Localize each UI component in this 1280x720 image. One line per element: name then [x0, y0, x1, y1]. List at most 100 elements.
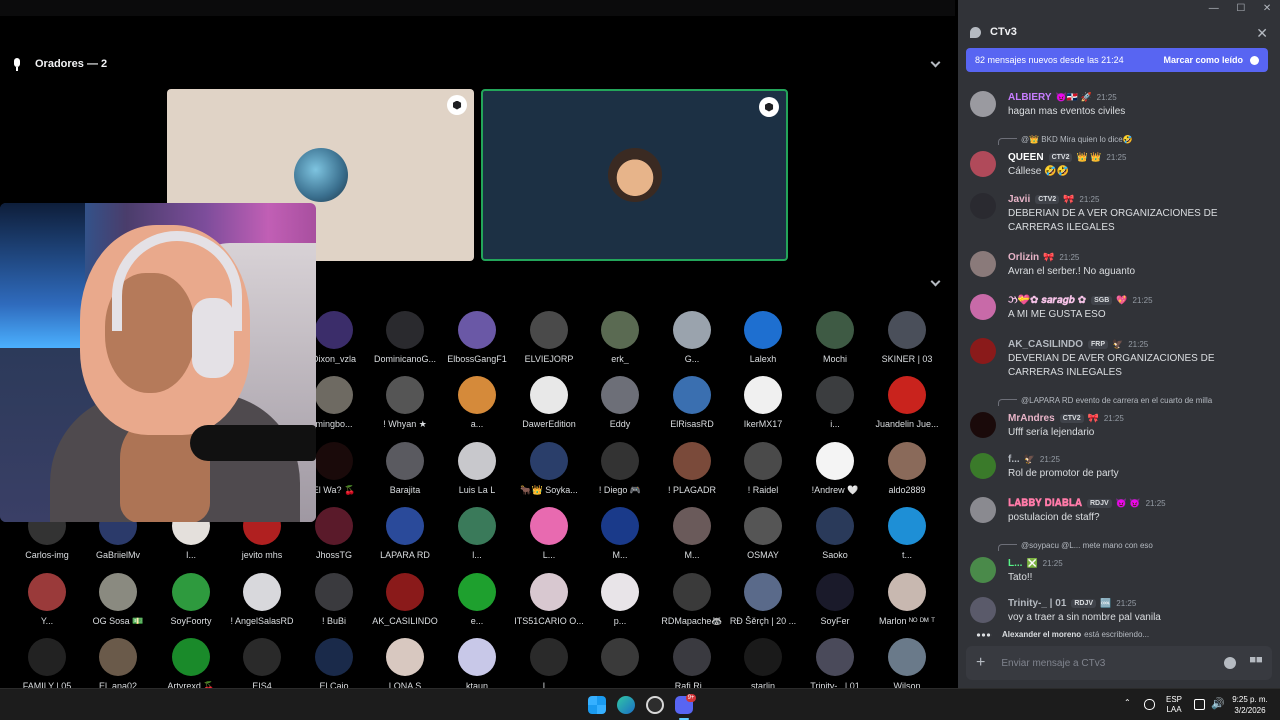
audience-member[interactable]: Trinity-_ | 01: [799, 638, 871, 688]
mark-as-read-button[interactable]: Marcar como leído: [1163, 55, 1243, 65]
message-avatar[interactable]: [970, 597, 996, 623]
audience-member[interactable]: Eddy: [584, 376, 656, 429]
audience-member[interactable]: ELVIEJORP: [513, 311, 585, 364]
emoji-icon[interactable]: [1224, 657, 1236, 669]
message-avatar[interactable]: [970, 193, 996, 219]
message-composer[interactable]: + Enviar mensaje a CTv3: [966, 646, 1272, 680]
windows-start-icon[interactable]: [588, 696, 606, 714]
audience-member[interactable]: 🐂👑 Soyka...: [513, 442, 585, 496]
minimize-icon[interactable]: —: [1209, 3, 1219, 14]
audience-member[interactable]: Mochi: [799, 311, 871, 364]
audience-member[interactable]: EIS4: [226, 638, 298, 688]
audience-member[interactable]: !Andrew 🤍: [799, 442, 871, 496]
message-avatar[interactable]: [970, 497, 996, 523]
speaker-tile-2-speaking[interactable]: [481, 89, 788, 261]
speakers-header[interactable]: Oradores — 2: [0, 52, 955, 76]
message-avatar[interactable]: [970, 91, 996, 117]
audience-member[interactable]: i...: [799, 376, 871, 429]
audience-member[interactable]: Rafi Ri...: [656, 638, 728, 688]
reply-reference[interactable]: @soypacu @L... mete mano con eso: [998, 540, 1153, 551]
collapse-audience-chevron-icon[interactable]: [930, 276, 941, 287]
audience-member[interactable]: starlin: [727, 638, 799, 688]
audience-member[interactable]: p...: [584, 573, 656, 626]
audience-member[interactable]: L...: [513, 638, 585, 688]
audience-member[interactable]: aldo2889: [871, 442, 943, 495]
audience-member[interactable]: DominicanoG...: [369, 311, 441, 364]
audience-member[interactable]: G...: [656, 311, 728, 364]
audience-member[interactable]: Lalexh: [727, 311, 799, 364]
audience-member[interactable]: Luis La L: [441, 442, 513, 495]
message-username[interactable]: MrAndres: [1008, 413, 1055, 424]
audience-member[interactable]: RĐ Šěrçh | 20 ...: [727, 573, 799, 626]
audience-member[interactable]: ! PLAGADR: [656, 442, 728, 495]
audience-member[interactable]: ktaun: [441, 638, 513, 688]
audience-member[interactable]: DawerEdition: [513, 376, 585, 429]
audience-member[interactable]: ! AngelSalasRD: [226, 573, 298, 626]
close-window-icon[interactable]: ✕: [1263, 3, 1271, 14]
audience-member[interactable]: FAMILY | 05: [11, 638, 83, 688]
microphone-tray-icon[interactable]: [1144, 699, 1155, 710]
audience-member[interactable]: SoyFoorty: [155, 573, 227, 626]
audience-member[interactable]: Saoko: [799, 507, 871, 560]
audience-member[interactable]: LAPARA RD: [369, 507, 441, 560]
volume-icon[interactable]: 🔊: [1211, 697, 1225, 710]
audience-member[interactable]: ! Raidel: [727, 442, 799, 495]
audience-member[interactable]: ! Diego 🎮: [584, 442, 656, 496]
audience-member[interactable]: Marlon ᴺᴼ ᴰᴹ ᵀ: [871, 573, 943, 626]
reply-reference[interactable]: @👑 BKD Mira quien lo dice🤣: [998, 134, 1133, 145]
audience-member[interactable]: IkerMX17: [727, 376, 799, 429]
audience-member[interactable]: LONA S: [369, 638, 441, 688]
audience-member[interactable]: Artyrexd 🍒: [155, 638, 227, 688]
audience-member[interactable]: Juandelin Jue...: [871, 376, 943, 429]
audience-member[interactable]: l...: [441, 507, 513, 560]
audience-member[interactable]: ElbossGangF1: [441, 311, 513, 364]
message-avatar[interactable]: [970, 453, 996, 479]
audience-member[interactable]: OSMAY: [727, 507, 799, 560]
message-avatar[interactable]: [970, 151, 996, 177]
message-username[interactable]: ALBIERY: [1008, 92, 1052, 103]
audience-member[interactable]: SoyFer: [799, 573, 871, 626]
audience-member[interactable]: RDMapache🦝: [656, 573, 728, 627]
audience-member[interactable]: ! BuBi: [298, 573, 370, 626]
message-username[interactable]: Orlizin: [1008, 252, 1039, 263]
display-icon[interactable]: [1194, 699, 1205, 710]
audience-member[interactable]: ...: [584, 638, 656, 688]
audience-member[interactable]: Barajita: [369, 442, 441, 495]
clock[interactable]: 9:25 p. m. 3/2/2026: [1228, 694, 1272, 716]
message-avatar[interactable]: [970, 338, 996, 364]
audience-member[interactable]: e...: [441, 573, 513, 626]
reply-reference[interactable]: @LAPARA RD evento de carrera en el cuart…: [998, 395, 1212, 406]
message-username[interactable]: 𝐋𝐀𝐁𝐁𝐘 𝐃𝐈𝐀𝐁𝐋𝐀: [1008, 498, 1082, 509]
message-username[interactable]: ઝ💝✿ 𝒔𝒂𝒓𝒂𝒈𝒃 ✿: [1008, 295, 1086, 306]
audience-member[interactable]: a...: [441, 376, 513, 429]
audience-member[interactable]: SKINER | 03: [871, 311, 943, 364]
audience-member[interactable]: ! Whyan ★: [369, 376, 441, 430]
close-chat-icon[interactable]: ✕: [1256, 25, 1268, 42]
new-messages-bar[interactable]: 82 mensajes nuevos desde las 21:24 Marca…: [966, 48, 1268, 72]
audience-member[interactable]: Wilson: [871, 638, 943, 688]
message-username[interactable]: L...: [1008, 558, 1022, 569]
apps-icon[interactable]: [1250, 657, 1262, 663]
message-avatar[interactable]: [970, 251, 996, 277]
message-username[interactable]: QUEEN: [1008, 152, 1044, 163]
message-username[interactable]: Javii: [1008, 194, 1030, 205]
message-input[interactable]: Enviar mensaje a CTv3: [1001, 658, 1105, 669]
message-avatar[interactable]: [970, 294, 996, 320]
maximize-icon[interactable]: ☐: [1236, 3, 1245, 14]
message-avatar[interactable]: [970, 412, 996, 438]
audience-member[interactable]: AK_CASILINDO: [369, 573, 441, 626]
audience-member[interactable]: L...: [513, 507, 585, 560]
message-avatar[interactable]: [970, 557, 996, 583]
message-username[interactable]: Trinity-_ | 01: [1008, 598, 1066, 609]
audience-member[interactable]: M...: [584, 507, 656, 560]
language-indicator[interactable]: ESP LAA: [1166, 695, 1182, 715]
message-username[interactable]: f...: [1008, 454, 1020, 465]
audience-member[interactable]: El Caio: [298, 638, 370, 688]
audience-member[interactable]: ElRisasRD: [656, 376, 728, 429]
audience-member[interactable]: M...: [656, 507, 728, 560]
message-username[interactable]: AK_CASILINDO: [1008, 339, 1083, 350]
audience-member[interactable]: erk_: [584, 311, 656, 364]
audience-member[interactable]: El_ana02: [82, 638, 154, 688]
add-attachment-icon[interactable]: +: [976, 654, 985, 672]
audience-member[interactable]: t...: [871, 507, 943, 560]
